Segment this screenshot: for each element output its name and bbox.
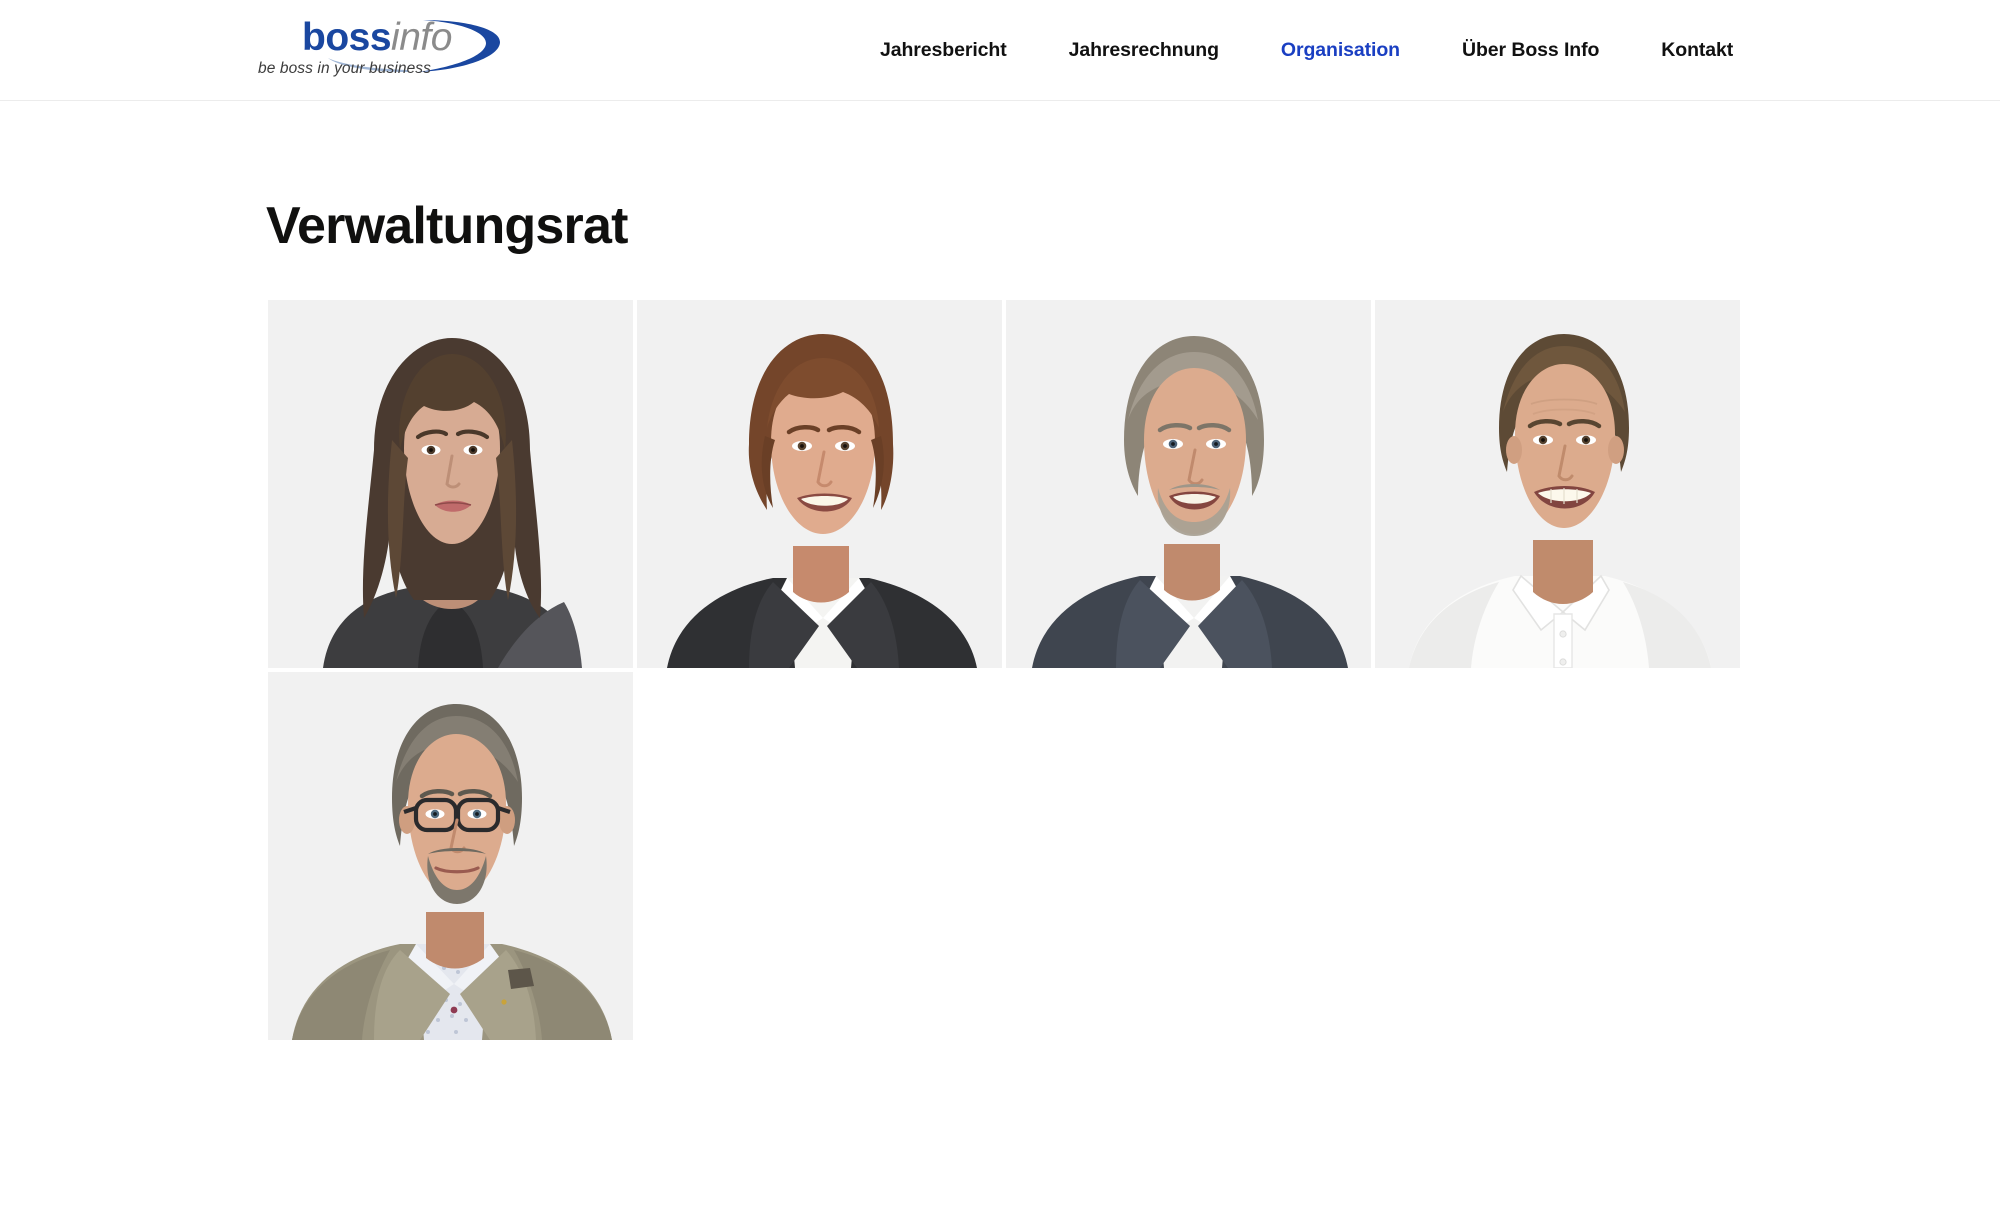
portrait-image-3 [1006,300,1371,668]
portrait-image-5 [268,672,633,1040]
nav-item-kontakt[interactable]: Kontakt [1661,33,1733,68]
nav-item-organisation[interactable]: Organisation [1281,33,1400,68]
portrait-tile-5[interactable] [268,672,633,1040]
portrait-tile-2[interactable] [637,300,1002,668]
portrait-image-1 [268,300,633,668]
main-navigation: Jahresbericht Jahresrechnung Organisatio… [880,0,1733,101]
brand-tagline: be boss in your business [258,60,431,77]
site-header: bossinfo be boss in your business Jahres… [0,0,2000,101]
portrait-tile-3[interactable] [1006,300,1371,668]
portrait-image-4 [1375,300,1740,668]
nav-item-ueber-boss-info[interactable]: Über Boss Info [1462,33,1599,68]
brand-word-primary: boss [302,16,392,59]
brand-word-secondary: info [391,16,452,59]
brand-logo: bossinfo be boss in your business [258,12,508,82]
portrait-tile-1[interactable] [268,300,633,668]
portrait-image-2 [637,300,1002,668]
portrait-grid [268,300,1742,1040]
nav-item-jahresbericht[interactable]: Jahresbericht [880,33,1007,68]
nav-item-jahresrechnung[interactable]: Jahresrechnung [1069,33,1219,68]
page-title: Verwaltungsrat [266,197,628,255]
portrait-tile-4[interactable] [1375,300,1740,668]
brand-wordmark: bossinfo [302,18,452,57]
brand-logo-link[interactable]: bossinfo be boss in your business [258,12,508,82]
